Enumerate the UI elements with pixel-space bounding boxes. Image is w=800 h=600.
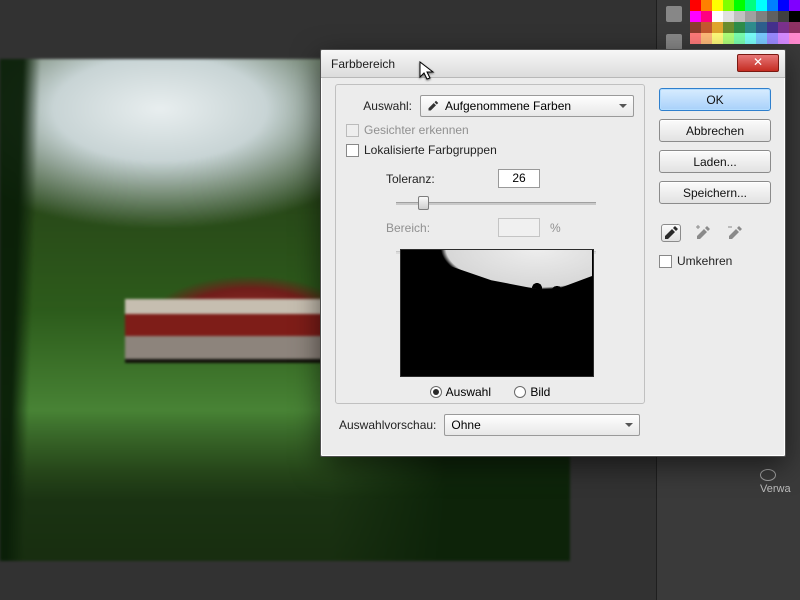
swatches-panel[interactable] [690,0,800,44]
radio-dot-icon [430,386,442,398]
swatch[interactable] [712,0,723,11]
swatch[interactable] [734,11,745,22]
localized-clusters-checkbox[interactable] [346,144,359,157]
select-value: Aufgenommene Farben [445,99,571,113]
swatch[interactable] [789,33,800,44]
ok-button[interactable]: OK [659,88,771,111]
selection-preview-dropdown[interactable]: Ohne [444,414,640,436]
panel-icon[interactable] [666,34,682,50]
swatch[interactable] [723,22,734,33]
swatch[interactable] [745,22,756,33]
close-button[interactable]: ✕ [737,54,779,72]
radio-image[interactable]: Bild [514,385,550,399]
invert-checkbox[interactable] [659,255,672,268]
localized-clusters-label: Lokalisierte Farbgruppen [364,143,497,157]
range-unit: % [550,221,561,235]
swatch[interactable] [767,0,778,11]
options-group: Auswahl: Aufgenommene Farben Gesichter e… [335,84,645,404]
panel-toggle-icons[interactable] [660,0,688,56]
range-label: Bereich: [386,221,488,235]
radio-selection[interactable]: Auswahl [430,385,491,399]
color-range-dialog: Farbbereich ✕ Auswahl: Aufgenommene Farb… [320,49,786,457]
swatch[interactable] [789,11,800,22]
tolerance-label: Toleranz: [386,172,488,186]
eyedropper-subtract-tool[interactable] [725,224,745,242]
swatch[interactable] [767,33,778,44]
swatch[interactable] [723,0,734,11]
swatch[interactable] [767,11,778,22]
select-dropdown[interactable]: Aufgenommene Farben [420,95,634,117]
panel-icon[interactable] [666,6,682,22]
eyedropper-tool[interactable] [661,224,681,242]
swatch[interactable] [778,0,789,11]
swatch[interactable] [690,33,701,44]
swatch[interactable] [712,11,723,22]
tolerance-input[interactable]: 26 [498,169,540,188]
swatch[interactable] [723,33,734,44]
visibility-toggle[interactable]: Verwa [760,468,800,495]
swatch[interactable] [756,33,767,44]
swatch[interactable] [690,11,701,22]
swatch[interactable] [756,11,767,22]
cancel-button[interactable]: Abbrechen [659,119,771,142]
save-button[interactable]: Speichern... [659,181,771,204]
swatch[interactable] [734,33,745,44]
load-button[interactable]: Laden... [659,150,771,173]
radio-dot-icon [514,386,526,398]
swatch[interactable] [701,22,712,33]
swatch[interactable] [745,33,756,44]
selection-preview-label: Auswahlvorschau: [339,418,436,432]
swatch[interactable] [712,22,723,33]
swatch[interactable] [690,22,701,33]
dialog-title: Farbbereich [331,57,395,71]
swatch[interactable] [734,0,745,11]
swatch[interactable] [734,22,745,33]
swatch[interactable] [767,22,778,33]
swatch[interactable] [756,22,767,33]
swatch[interactable] [723,11,734,22]
swatch[interactable] [789,22,800,33]
dialog-titlebar[interactable]: Farbbereich ✕ [321,50,785,78]
swatch[interactable] [712,33,723,44]
swatch[interactable] [789,0,800,11]
invert-label: Umkehren [677,254,732,268]
swatch[interactable] [778,22,789,33]
swatch[interactable] [778,11,789,22]
eyedropper-add-tool[interactable] [693,224,713,242]
swatch[interactable] [690,0,701,11]
swatch[interactable] [701,33,712,44]
swatch[interactable] [745,0,756,11]
swatch[interactable] [701,0,712,11]
tolerance-slider[interactable] [396,194,596,212]
swatch[interactable] [778,33,789,44]
swatch[interactable] [756,0,767,11]
detect-faces-checkbox [346,124,359,137]
range-input [498,218,540,237]
swatch[interactable] [745,11,756,22]
selection-preview [400,249,594,377]
swatch[interactable] [701,11,712,22]
select-label: Auswahl: [363,99,412,113]
eyedropper-icon [427,100,439,112]
detect-faces-label: Gesichter erkennen [364,123,469,137]
